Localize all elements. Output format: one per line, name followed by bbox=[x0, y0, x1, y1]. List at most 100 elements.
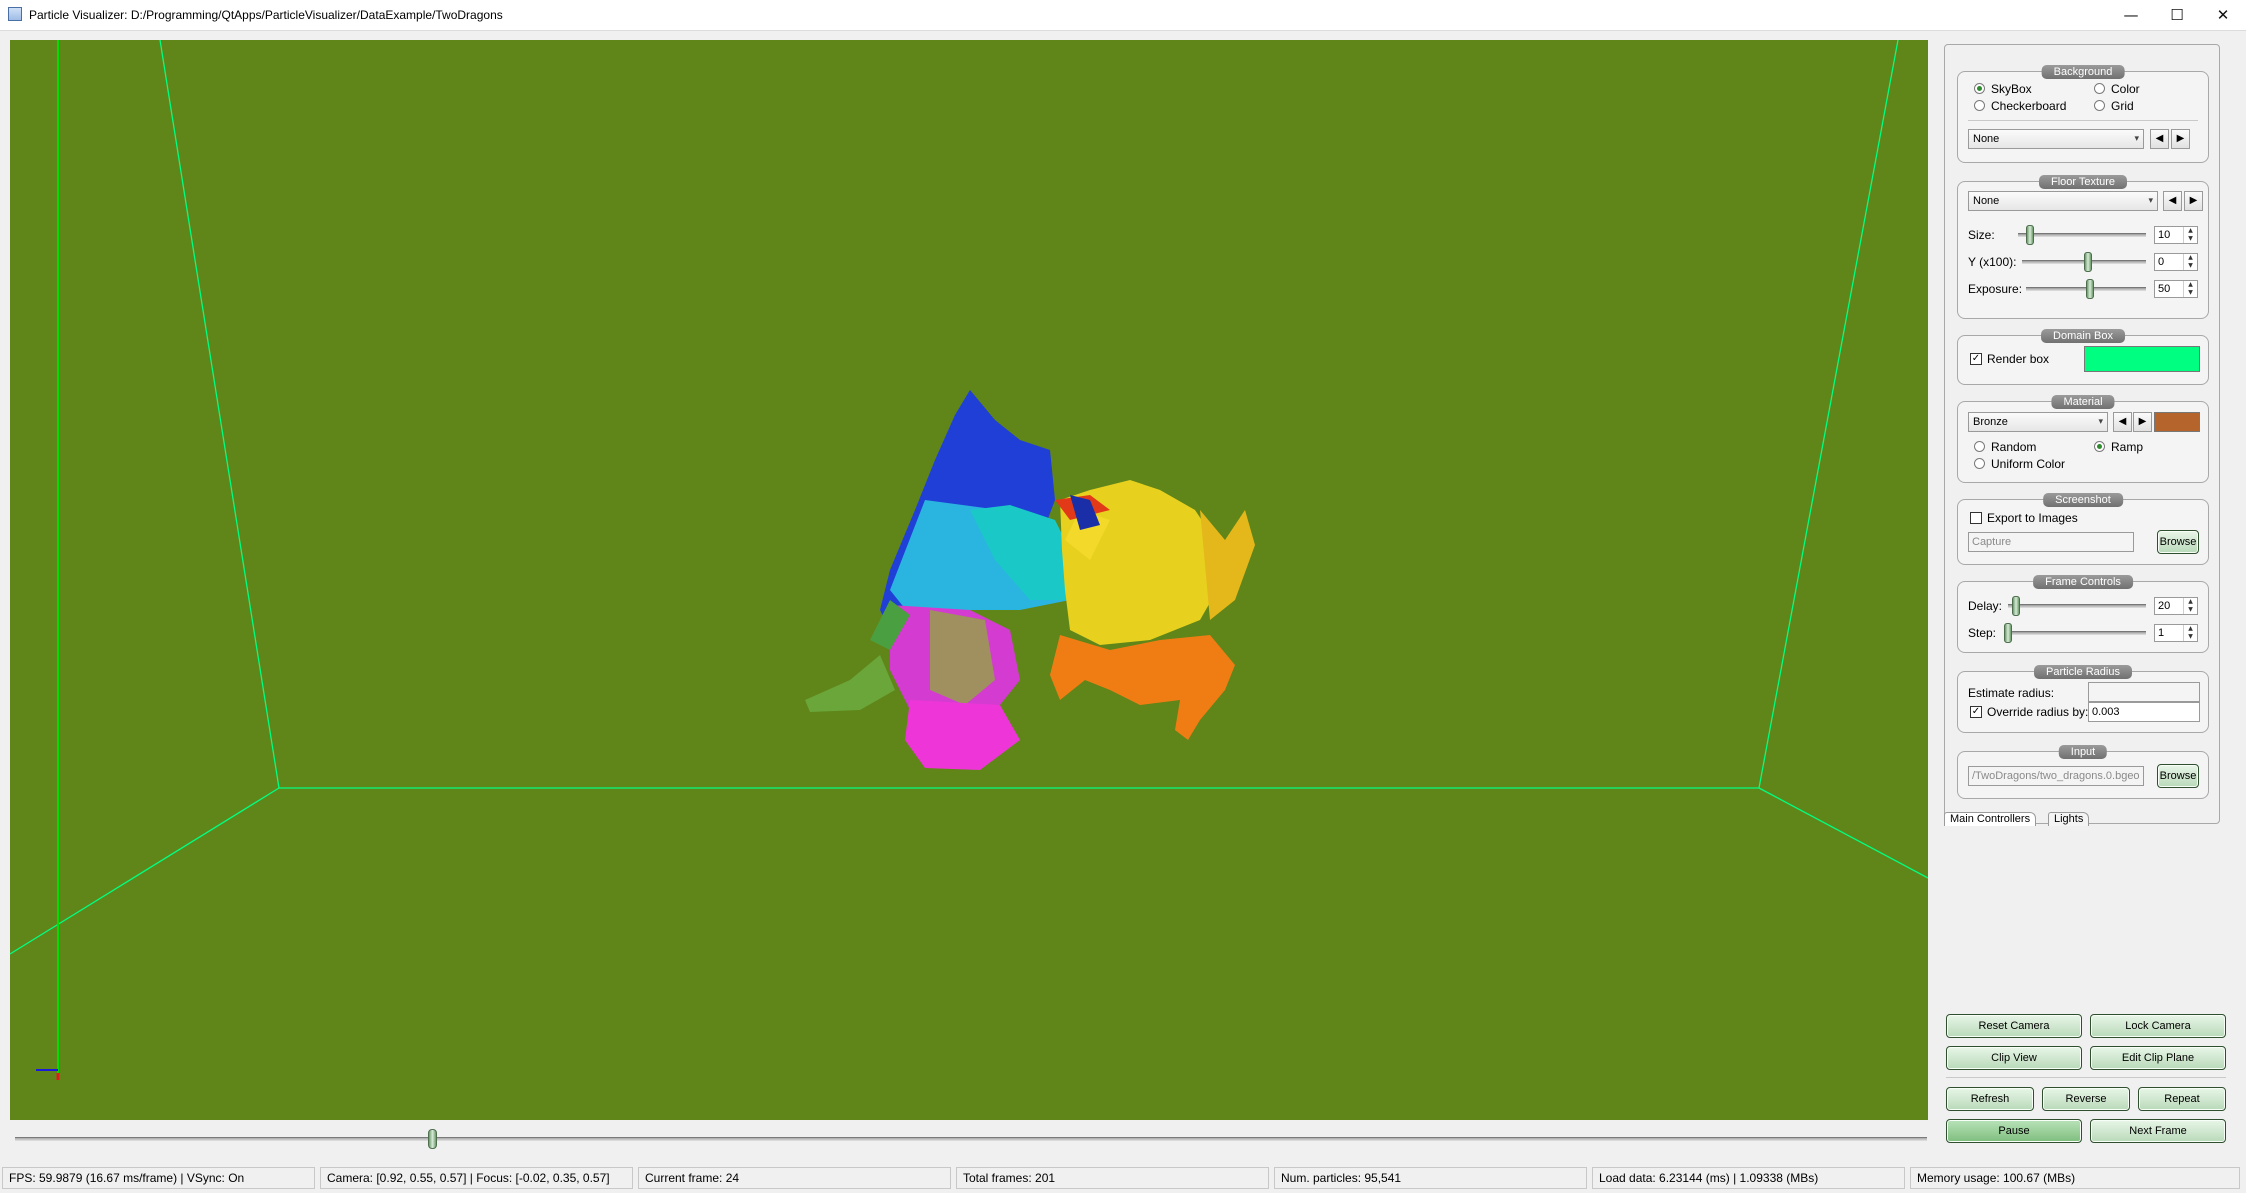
chevron-down-icon: ▾ bbox=[2148, 196, 2153, 206]
estimate-radius-label: Estimate radius: bbox=[1968, 686, 2055, 700]
chevron-down-icon: ▾ bbox=[2098, 417, 2103, 427]
spin-arrows-icon[interactable]: ▲ ▼ bbox=[2183, 281, 2197, 297]
edit-clip-plane-button[interactable]: Edit Clip Plane bbox=[2090, 1046, 2226, 1070]
override-radius-checkbox[interactable]: ✓ bbox=[1970, 706, 1982, 718]
reset-camera-button[interactable]: Reset Camera bbox=[1946, 1014, 2082, 1038]
capture-field[interactable]: Capture bbox=[1968, 532, 2134, 552]
export-images-checkbox[interactable] bbox=[1970, 512, 1982, 524]
screenshot-browse-button[interactable]: Browse bbox=[2157, 530, 2199, 554]
skybox-next-button[interactable]: ▶ bbox=[2171, 129, 2190, 149]
status-camera: Camera: [0.92, 0.55, 0.57] | Focus: [-0.… bbox=[320, 1167, 633, 1189]
refresh-button[interactable]: Refresh bbox=[1946, 1087, 2034, 1111]
spin-arrows-icon[interactable]: ▲ ▼ bbox=[2183, 227, 2197, 243]
status-num-particles: Num. particles: 95,541 bbox=[1274, 1167, 1587, 1189]
y-slider-handle[interactable] bbox=[2084, 252, 2092, 272]
material-prev-button[interactable]: ◀ bbox=[2113, 412, 2132, 432]
frame-controls-title: Frame Controls bbox=[2033, 575, 2133, 589]
window-title: Particle Visualizer: D:/Programming/QtAp… bbox=[29, 8, 503, 22]
skybox-select[interactable]: None ▾ bbox=[1968, 129, 2144, 149]
y-slider[interactable] bbox=[2022, 252, 2146, 272]
input-path-field[interactable]: /TwoDragons/two_dragons.0.bgeo bbox=[1968, 766, 2144, 786]
size-value: 10 bbox=[2158, 229, 2171, 241]
floor-texture-title: Floor Texture bbox=[2039, 175, 2127, 189]
export-images-label: Export to Images bbox=[1987, 511, 2078, 525]
pause-button[interactable]: Pause bbox=[1946, 1119, 2082, 1143]
exposure-slider[interactable] bbox=[2026, 279, 2146, 299]
material-next-button[interactable]: ▶ bbox=[2133, 412, 2152, 432]
timeline-handle[interactable] bbox=[428, 1129, 437, 1149]
render-viewport[interactable] bbox=[10, 40, 1928, 1120]
exposure-label: Exposure: bbox=[1968, 282, 2023, 296]
skybox-radio[interactable] bbox=[1974, 83, 1985, 94]
clip-view-button[interactable]: Clip View bbox=[1946, 1046, 2082, 1070]
uniform-color-radio[interactable] bbox=[1974, 458, 1985, 469]
reverse-button[interactable]: Reverse bbox=[2042, 1087, 2130, 1111]
uniform-color-label: Uniform Color bbox=[1991, 457, 2066, 471]
checkerboard-label: Checkerboard bbox=[1991, 99, 2067, 113]
size-slider-handle[interactable] bbox=[2026, 225, 2034, 245]
size-label: Size: bbox=[1968, 228, 1995, 242]
particle-radius-title: Particle Radius bbox=[2034, 665, 2132, 679]
delay-spinbox[interactable]: 20 ▲ ▼ bbox=[2154, 597, 2198, 615]
render-box-checkbox[interactable]: ✓ bbox=[1970, 353, 1982, 365]
input-browse-button[interactable]: Browse bbox=[2157, 764, 2199, 788]
lock-camera-button[interactable]: Lock Camera bbox=[2090, 1014, 2226, 1038]
delay-slider[interactable] bbox=[2008, 596, 2146, 616]
exposure-spinbox[interactable]: 50 ▲ ▼ bbox=[2154, 280, 2198, 298]
delay-slider-handle[interactable] bbox=[2012, 596, 2020, 616]
floor-next-button[interactable]: ▶ bbox=[2184, 191, 2203, 211]
timeline-groove bbox=[15, 1137, 1927, 1141]
delay-value: 20 bbox=[2158, 600, 2171, 612]
spin-arrows-icon[interactable]: ▲ ▼ bbox=[2183, 598, 2197, 614]
override-radius-field[interactable]: 0.003 bbox=[2088, 702, 2200, 722]
floor-texture-group: Floor Texture None ▾ ◀ ▶ Size: 10 ▲ ▼ Y (… bbox=[1957, 175, 2209, 319]
close-button[interactable]: ✕ bbox=[2200, 0, 2246, 30]
random-radio[interactable] bbox=[1974, 441, 1985, 452]
size-slider[interactable] bbox=[2018, 225, 2146, 245]
estimate-radius-field bbox=[2088, 682, 2200, 702]
skybox-prev-button[interactable]: ◀ bbox=[2150, 129, 2169, 149]
floor-prev-button[interactable]: ◀ bbox=[2163, 191, 2182, 211]
floor-texture-select[interactable]: None ▾ bbox=[1968, 191, 2158, 211]
domain-box-group: Domain Box ✓ Render box bbox=[1957, 329, 2209, 385]
override-radius-label: Override radius by: bbox=[1987, 705, 2089, 719]
material-select[interactable]: Bronze ▾ bbox=[1968, 412, 2108, 432]
exposure-value: 50 bbox=[2158, 283, 2171, 295]
step-slider-groove bbox=[2004, 631, 2146, 635]
input-title: Input bbox=[2058, 745, 2108, 759]
input-group: Input /TwoDragons/two_dragons.0.bgeo Bro… bbox=[1957, 745, 2209, 799]
dragon-particles bbox=[805, 390, 1255, 770]
material-group: Material Bronze ▾ ◀ ▶ Random Ramp Unifor… bbox=[1957, 395, 2209, 483]
maximize-button[interactable]: ☐ bbox=[2154, 0, 2200, 30]
y-spinbox[interactable]: 0 ▲ ▼ bbox=[2154, 253, 2198, 271]
size-spinbox[interactable]: 10 ▲ ▼ bbox=[2154, 226, 2198, 244]
tab-lights[interactable]: Lights bbox=[2048, 812, 2090, 826]
y-value: 0 bbox=[2158, 256, 2165, 268]
material-color-swatch[interactable] bbox=[2154, 412, 2200, 432]
material-select-value: Bronze bbox=[1973, 416, 2008, 428]
floor-texture-select-value: None bbox=[1973, 195, 2000, 207]
ramp-radio[interactable] bbox=[2094, 441, 2105, 452]
status-load-data: Load data: 6.23144 (ms) | 1.09338 (MBs) bbox=[1592, 1167, 1905, 1189]
particle-radius-group: Particle Radius Estimate radius: ✓ Overr… bbox=[1957, 665, 2209, 733]
step-spinbox[interactable]: 1 ▲ ▼ bbox=[2154, 624, 2198, 642]
color-radio[interactable] bbox=[2094, 83, 2105, 94]
spin-arrows-icon[interactable]: ▲ ▼ bbox=[2183, 625, 2197, 641]
tab-main-controllers[interactable]: Main Controllers bbox=[1944, 812, 2037, 826]
checkerboard-radio[interactable] bbox=[1974, 100, 1985, 111]
frame-timeline-slider[interactable] bbox=[15, 1128, 1927, 1149]
repeat-button[interactable]: Repeat bbox=[2138, 1087, 2226, 1111]
color-label: Color bbox=[2111, 82, 2140, 96]
spin-arrows-icon[interactable]: ▲ ▼ bbox=[2183, 254, 2197, 270]
next-frame-button[interactable]: Next Frame bbox=[2090, 1119, 2226, 1143]
minimize-button[interactable]: — bbox=[2108, 0, 2154, 30]
domain-box-color-swatch[interactable] bbox=[2084, 346, 2200, 372]
domain-box-title: Domain Box bbox=[2041, 329, 2125, 343]
step-slider-handle[interactable] bbox=[2004, 623, 2012, 643]
step-slider[interactable] bbox=[2004, 623, 2146, 643]
delay-slider-groove bbox=[2008, 604, 2146, 608]
delay-label: Delay: bbox=[1968, 599, 2003, 613]
title-bar: Particle Visualizer: D:/Programming/QtAp… bbox=[0, 0, 2246, 31]
grid-radio[interactable] bbox=[2094, 100, 2105, 111]
exposure-slider-handle[interactable] bbox=[2086, 279, 2094, 299]
